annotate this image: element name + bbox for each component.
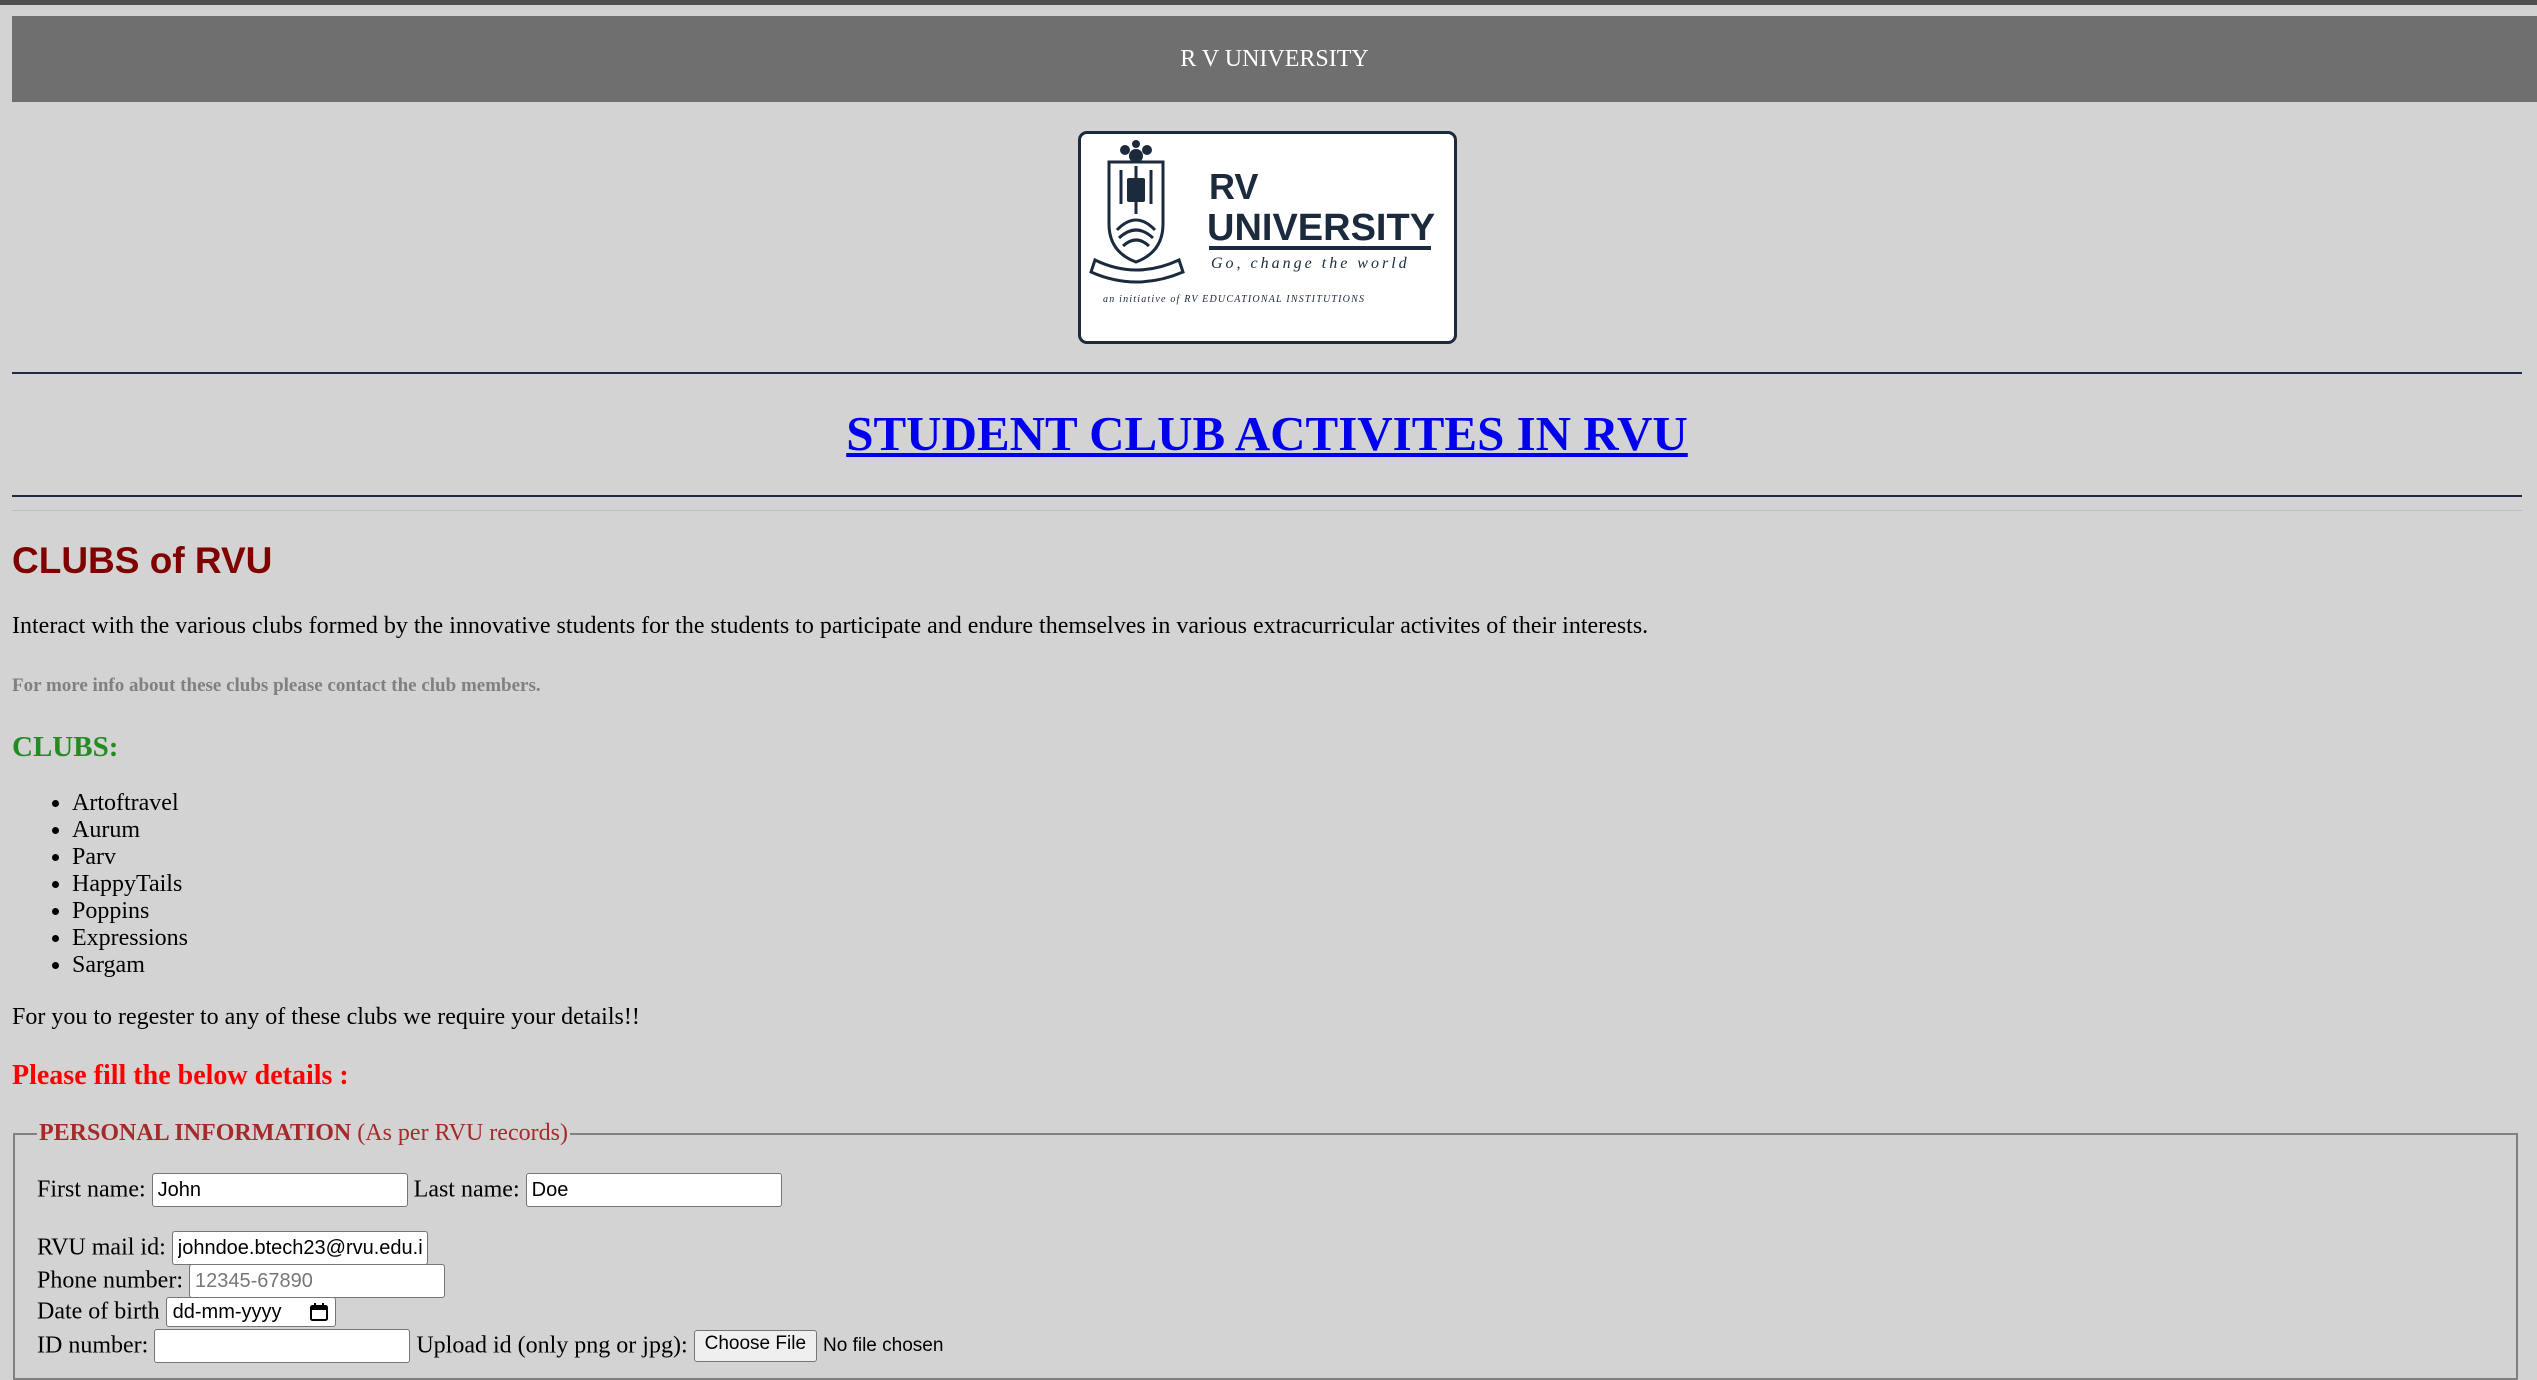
list-item: Poppins	[72, 898, 188, 925]
first-name-label: First name:	[37, 1176, 146, 1203]
logo-text-university: UNIVERSITY	[1207, 207, 1435, 249]
clubs-intro: Interact with the various clubs formed b…	[12, 613, 1649, 639]
id-label: ID number:	[37, 1332, 149, 1359]
list-item: Aurum	[72, 817, 188, 844]
dob-input[interactable]: dd-mm-yyyy	[165, 1297, 336, 1327]
first-name-input[interactable]	[151, 1173, 408, 1207]
legend-note: (As per RVU records)	[351, 1120, 568, 1146]
university-name: R V UNIVERSITY	[1180, 45, 1369, 72]
divider-top	[12, 372, 2522, 374]
clubs-list: Artoftravel Aurum Parv HappyTails Poppin…	[12, 790, 188, 979]
personal-info-fieldset: PERSONAL INFORMATION (As per RVU records…	[13, 1120, 2518, 1380]
upload-label: Upload id (only png or jpg):	[416, 1332, 688, 1359]
mail-input[interactable]	[171, 1231, 428, 1265]
list-item: Expressions	[72, 925, 188, 952]
register-text: For you to regester to any of these club…	[12, 1004, 640, 1030]
logo-tagline: Go, change the world	[1211, 255, 1410, 272]
last-name-input[interactable]	[525, 1173, 782, 1207]
name-row: First name: Last name:	[37, 1173, 782, 1207]
logo-initiative: an initiative of RV EDUCATIONAL INSTITUT…	[1103, 294, 1365, 305]
browser-top-border	[0, 0, 2537, 5]
fill-details-heading: Please fill the below details :	[12, 1060, 349, 1091]
mail-row: RVU mail id:	[37, 1231, 428, 1265]
choose-file-button[interactable]: Choose File	[693, 1330, 818, 1362]
phone-input[interactable]	[188, 1264, 445, 1298]
dob-row: Date of birth dd-mm-yyyy	[37, 1297, 336, 1327]
phone-row: Phone number:	[37, 1264, 445, 1298]
list-item: Parv	[72, 844, 188, 871]
page-title[interactable]: STUDENT CLUB ACTIVITES IN RVU	[12, 405, 2522, 462]
more-info-note: For more info about these clubs please c…	[12, 675, 541, 696]
calendar-icon[interactable]	[309, 1302, 329, 1322]
divider-bottom	[12, 495, 2522, 497]
id-row: ID number: Upload id (only png or jpg): …	[37, 1329, 943, 1363]
dob-label: Date of birth	[37, 1298, 160, 1325]
header-bar: R V UNIVERSITY	[12, 16, 2537, 102]
list-item: Sargam	[72, 952, 188, 979]
mail-label: RVU mail id:	[37, 1234, 166, 1261]
logo-text-rv: RV	[1209, 166, 1258, 207]
university-logo: RV UNIVERSITY Go, change the world an in…	[1078, 131, 1457, 344]
clubs-list-heading: CLUBS:	[12, 731, 119, 763]
id-input[interactable]	[154, 1329, 411, 1363]
legend-title: PERSONAL INFORMATION	[39, 1120, 352, 1146]
rvu-emblem-icon: RV UNIVERSITY Go, change the world an in…	[1089, 140, 1435, 305]
phone-label: Phone number:	[37, 1267, 183, 1294]
no-file-text: No file chosen	[823, 1335, 944, 1356]
clubs-heading: CLUBS of RVU	[12, 540, 273, 581]
dob-placeholder: dd-mm-yyyy	[172, 1300, 282, 1323]
last-name-label: Last name:	[413, 1176, 520, 1203]
divider-thin	[12, 510, 2522, 511]
personal-info-legend: PERSONAL INFORMATION (As per RVU records…	[37, 1120, 570, 1147]
list-item: HappyTails	[72, 871, 188, 898]
list-item: Artoftravel	[72, 790, 188, 817]
